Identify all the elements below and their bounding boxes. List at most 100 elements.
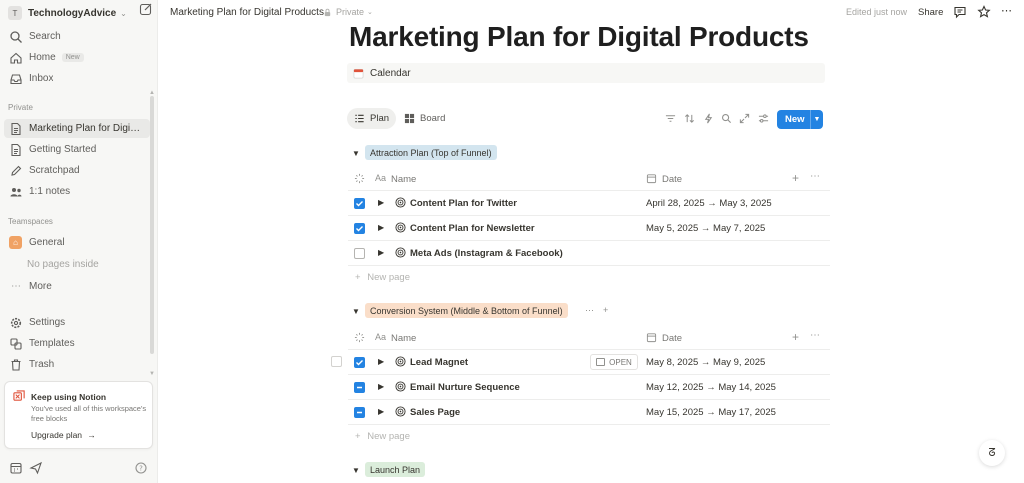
group-collapse-icon[interactable]: ▼ — [352, 307, 360, 316]
row-name[interactable]: Sales Page — [410, 407, 460, 418]
sidebar-item-home[interactable]: Home New — [4, 48, 150, 67]
column-name[interactable]: Name — [391, 333, 416, 344]
help-circle-icon[interactable]: ? — [134, 461, 148, 475]
expand-icon[interactable] — [739, 113, 750, 124]
sidebar-item-inbox[interactable]: Inbox — [4, 69, 150, 88]
row-date[interactable]: May 5, 2025 → May 7, 2025 — [646, 223, 765, 234]
sidebar-item-settings[interactable]: Settings — [4, 313, 150, 332]
calendar-app-icon[interactable] — [9, 461, 23, 475]
add-property-icon[interactable]: + — [792, 330, 799, 344]
target-icon — [395, 406, 406, 417]
checkbox-indeterminate-icon[interactable] — [354, 407, 365, 418]
table-header: Aa Name Date + ⋯ — [348, 167, 830, 191]
sidebar-item-getting-started[interactable]: Getting Started — [4, 140, 150, 159]
more-options-icon[interactable]: ⋯ — [810, 171, 820, 182]
new-button[interactable]: New ▼ — [777, 110, 823, 129]
more-options-icon[interactable]: ⋯ — [585, 305, 594, 316]
row-name[interactable]: Content Plan for Twitter — [410, 198, 517, 209]
expand-row-icon[interactable]: ▶ — [378, 357, 384, 366]
column-name[interactable]: Name — [391, 174, 416, 185]
new-page-row[interactable]: + New page — [355, 431, 410, 442]
row-select-checkbox[interactable] — [331, 356, 342, 367]
column-date[interactable]: Date — [662, 333, 682, 344]
chevron-down-icon: ⌄ — [120, 8, 127, 18]
add-property-icon[interactable]: + — [792, 171, 799, 185]
table-row[interactable]: ▶ Email Nurture Sequence May 12, 2025 → … — [348, 375, 830, 400]
send-icon[interactable] — [29, 461, 43, 475]
scroll-down-arrow-icon[interactable]: ▼ — [149, 371, 155, 377]
group-conversion-tag[interactable]: Conversion System (Middle & Bottom of Fu… — [365, 303, 568, 318]
expand-row-icon[interactable]: ▶ — [378, 198, 384, 207]
row-name[interactable]: Content Plan for Newsletter — [410, 223, 535, 234]
sidebar-scrollbar[interactable] — [150, 96, 154, 354]
add-icon[interactable]: + — [603, 305, 608, 315]
sidebar-item-marketing-plan[interactable]: Marketing Plan for Digital Products — [4, 119, 150, 138]
calendar-link[interactable]: Calendar — [347, 63, 825, 83]
row-date[interactable]: May 12, 2025 → May 14, 2025 — [646, 382, 776, 393]
sidebar-item-trash[interactable]: Trash — [4, 355, 150, 374]
more-options-icon[interactable]: ⋯ — [1001, 4, 1015, 18]
row-date[interactable]: April 28, 2025 → May 3, 2025 — [646, 198, 772, 209]
checkbox-unchecked-icon[interactable] — [354, 248, 365, 259]
checkbox-checked-icon[interactable] — [354, 223, 365, 234]
share-button[interactable]: Share — [918, 7, 943, 18]
sidebar-item-general[interactable]: ⌂ General — [4, 233, 150, 252]
expand-row-icon[interactable]: ▶ — [378, 382, 384, 391]
lightning-icon[interactable] — [703, 113, 714, 124]
ai-assistant-button[interactable]: ᘔ — [979, 440, 1005, 466]
row-date[interactable]: May 15, 2025 → May 17, 2025 — [646, 407, 776, 418]
table-row[interactable]: ▶ Sales Page May 15, 2025 → May 17, 2025 — [348, 400, 830, 425]
privacy-selector[interactable]: Private ⌄ — [323, 7, 373, 17]
row-date[interactable]: May 8, 2025 → May 9, 2025 — [646, 357, 765, 368]
star-icon[interactable] — [977, 5, 991, 19]
more-options-icon[interactable]: ⋯ — [810, 330, 820, 341]
table-row[interactable]: ▶ Meta Ads (Instagram & Facebook) — [348, 241, 830, 266]
pencil-icon — [11, 165, 22, 176]
group-attraction-tag[interactable]: Attraction Plan (Top of Funnel) — [365, 145, 497, 160]
sidebar-item-scratchpad[interactable]: Scratchpad — [4, 161, 150, 180]
group-collapse-icon[interactable]: ▼ — [352, 149, 360, 158]
page-title[interactable]: Marketing Plan for Digital Products — [349, 21, 809, 53]
edited-status: Edited just now — [846, 7, 908, 17]
search-icon[interactable] — [721, 113, 732, 124]
group-collapse-icon[interactable]: ▼ — [352, 466, 360, 475]
settings-sliders-icon[interactable] — [758, 113, 769, 124]
new-page-icon[interactable] — [139, 2, 153, 16]
checkbox-checked-icon[interactable] — [354, 198, 365, 209]
tab-label: Board — [420, 113, 446, 124]
row-name[interactable]: Meta Ads (Instagram & Facebook) — [410, 248, 563, 259]
checkbox-indeterminate-icon[interactable] — [354, 382, 365, 393]
workspace-switcher[interactable]: T TechnologyAdvice ⌄ — [6, 4, 152, 22]
tab-board[interactable]: Board — [397, 108, 452, 129]
sidebar-item-templates[interactable]: Templates — [4, 334, 150, 353]
new-page-row[interactable]: + New page — [355, 272, 410, 283]
trash-icon — [11, 358, 21, 371]
breadcrumb[interactable]: Marketing Plan for Digital Products — [170, 7, 324, 18]
page-icon — [11, 122, 21, 135]
sort-icon[interactable] — [684, 113, 695, 124]
templates-icon — [10, 337, 22, 350]
table-row[interactable]: ▶ Lead Magnet OPEN May 8, 2025 → May 9, … — [348, 350, 830, 375]
table-row[interactable]: ▶ Content Plan for Twitter April 28, 202… — [348, 191, 830, 216]
tab-plan[interactable]: Plan — [347, 108, 397, 129]
comments-icon[interactable] — [953, 5, 967, 19]
sidebar-item-one-on-one-notes[interactable]: 1:1 notes — [4, 182, 150, 201]
column-date[interactable]: Date — [662, 174, 682, 185]
lock-icon — [324, 8, 331, 16]
expand-row-icon[interactable]: ▶ — [378, 223, 384, 232]
table-row[interactable]: ▶ Content Plan for Newsletter May 5, 202… — [348, 216, 830, 241]
row-name[interactable]: Lead Magnet — [410, 357, 468, 368]
row-name[interactable]: Email Nurture Sequence — [410, 382, 520, 393]
upgrade-plan-link[interactable]: Upgrade plan → — [31, 430, 96, 440]
sidebar-item-search[interactable]: Search — [4, 27, 150, 46]
checkbox-checked-icon[interactable] — [354, 357, 365, 368]
sidebar-item-more[interactable]: ⋯ More — [4, 277, 150, 296]
filter-icon[interactable] — [665, 113, 676, 124]
group-launch-tag[interactable]: Launch Plan — [365, 462, 426, 477]
sidebar-footer: ? — [0, 461, 158, 479]
chevron-down-icon[interactable]: ▼ — [811, 116, 823, 123]
expand-row-icon[interactable]: ▶ — [378, 407, 384, 416]
expand-row-icon[interactable]: ▶ — [378, 248, 384, 257]
open-page-button[interactable]: OPEN — [590, 354, 638, 370]
sidebar-item-label: More — [29, 281, 52, 292]
